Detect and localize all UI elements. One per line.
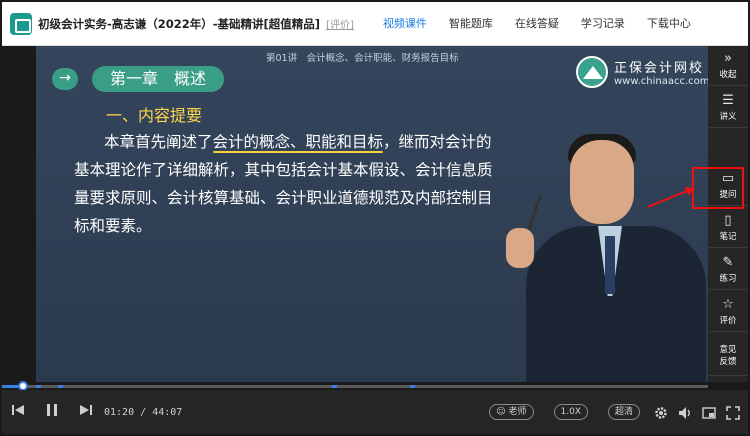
star-icon: ☆ [722,296,734,312]
rate-button[interactable]: ☆ 评价 [708,292,748,332]
player-controls: 01:20 / 44:07 ☺ 老师 1.0X 超清 [2,390,748,434]
app-logo-icon [10,12,32,35]
body-line1-post: ，继而对会计的 [383,133,492,151]
brand-url: www.chinaacc.com [614,76,708,87]
list-icon: ☰ [722,92,734,108]
handout-button[interactable]: ☰ 讲义 [708,88,748,128]
collapse-button[interactable]: » 收起 [708,46,748,86]
chapter-marker[interactable] [58,385,63,388]
nav-download-center[interactable]: 下载中心 [636,2,702,46]
brand-name: 正保会计网校 [614,61,705,76]
picture-in-picture-icon[interactable] [702,405,716,419]
edit-icon: ✎ [722,254,734,270]
nav-study-records[interactable]: 学习记录 [570,2,636,46]
chat-bubble-icon: ▭ [721,170,735,186]
chapter-marker[interactable] [36,385,41,388]
next-icon[interactable] [80,404,92,420]
current-time: 01:20 [104,406,135,418]
previous-icon[interactable] [12,404,24,420]
practice-button[interactable]: ✎ 练习 [708,250,748,290]
nav-question-bank[interactable]: 智能题库 [438,2,504,46]
section-title: 一、内容提要 [106,106,203,125]
nav-online-qa[interactable]: 在线答疑 [504,2,570,46]
course-title: 初级会计实务-高志谦（2022年）-基础精讲[超值精品] [38,16,321,31]
lecture-caption: 第01讲 会计概念、会计职能、财务报告目标 [266,53,459,64]
body-line2: 基本理论作了详细解析，其中包括会计基本假设、会计信息质 [74,161,493,179]
body-line1-highlight: 会计的概念、职能和目标 [212,133,384,151]
video-letterbox-left [2,46,36,382]
settings-gear-icon[interactable] [654,405,668,419]
video-player[interactable]: 第01讲 会计概念、会计职能、财务报告目标 正保会计网校 www.chinaac… [2,46,708,382]
progress-track [2,385,708,388]
arrow-right-icon: → [52,68,78,90]
pause-icon[interactable] [46,403,58,421]
teacher-toggle[interactable]: ☺ 老师 [489,404,534,420]
slide-body-text: 本章首先阐述了会计的概念、职能和目标，继而对会计的 基本理论作了详细解析，其中包… [74,128,564,240]
notes-button[interactable]: ▯ 笔记 [708,208,748,248]
chapter-title: 第一章 概述 [92,66,225,92]
side-toolbar: » 收起 ☰ 讲义 ▭ 提问 ▯ 笔记 ✎ 练习 ☆ 评价 意见反馈 [708,46,748,382]
chapter-marker[interactable] [332,385,337,388]
presenter-figure [506,108,706,382]
nav-video-courseware[interactable]: 视频课件 [372,2,438,46]
speed-button[interactable]: 1.0X [553,404,588,420]
top-bar: 初级会计实务-高志谦（2022年）-基础精讲[超值精品] [评价] 视频课件 智… [2,2,748,46]
app-window: 初级会计实务-高志谦（2022年）-基础精讲[超值精品] [评价] 视频课件 智… [0,0,750,436]
check-circle-icon: ☺ [496,407,506,417]
lecture-slide: 第01讲 会计概念、会计职能、财务报告目标 正保会计网校 www.chinaac… [36,46,708,382]
body-line4: 标和要素。 [74,217,152,235]
body-line3: 量要求原则、会计核算基础、会计职业道德规范及内部控制目 [74,189,493,207]
quality-button[interactable]: 超清 [607,404,640,420]
progress-bar[interactable] [2,381,748,391]
evaluate-link[interactable]: [评价] [326,16,354,31]
chapter-marker[interactable] [410,385,415,388]
fullscreen-icon[interactable] [726,405,740,420]
notebook-icon: ▯ [724,212,732,228]
double-chevron-right-icon: » [724,50,732,66]
body-line1-pre: 本章首先阐述了 [104,133,213,151]
ask-question-button[interactable]: ▭ 提问 [708,166,748,206]
feedback-button[interactable]: 意见反馈 [708,334,748,376]
total-time: 44:07 [152,406,183,418]
time-display: 01:20 / 44:07 [104,406,183,418]
volume-icon[interactable] [678,405,692,419]
brand-watermark: 正保会计网校 www.chinaacc.com [576,56,708,88]
brand-logo-icon [576,56,608,88]
main-nav: 视频课件 智能题库 在线答疑 学习记录 下载中心 [372,2,702,46]
